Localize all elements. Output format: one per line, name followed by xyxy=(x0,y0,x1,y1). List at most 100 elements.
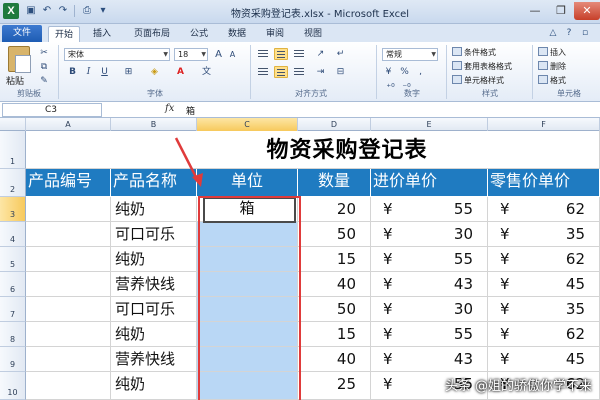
table-cell-name[interactable]: 纯奶 xyxy=(111,372,197,400)
conditional-formatting-button[interactable]: 条件格式 xyxy=(452,46,496,59)
format-cells-button[interactable]: 格式 xyxy=(538,74,566,87)
table-cell-cost[interactable]: ¥43 xyxy=(371,347,488,372)
excel-logo-icon[interactable]: X xyxy=(3,3,19,19)
insert-function-button[interactable]: fx xyxy=(165,103,174,114)
help-icon[interactable]: ? xyxy=(562,26,576,40)
table-cell-name[interactable]: 纯奶 xyxy=(111,247,197,272)
window-options-icon[interactable]: ▫ xyxy=(578,26,592,40)
table-cell-id[interactable] xyxy=(26,222,111,247)
table-cell-unit[interactable] xyxy=(197,272,298,297)
table-cell-retail[interactable]: ¥62 xyxy=(488,247,600,272)
table-cell-id[interactable] xyxy=(26,197,111,222)
undo-icon[interactable]: ↶ xyxy=(40,4,54,18)
row-header-8[interactable]: 8 xyxy=(0,322,26,347)
insert-cells-button[interactable]: 插入 xyxy=(538,46,566,59)
row-header-6[interactable]: 6 xyxy=(0,272,26,297)
font-color-icon[interactable]: A xyxy=(174,66,187,79)
table-cell-qty[interactable]: 20 xyxy=(298,197,371,222)
tab-file[interactable]: 文件 xyxy=(2,25,42,42)
paste-icon[interactable] xyxy=(8,46,31,73)
table-cell-retail[interactable]: ¥35 xyxy=(488,297,600,322)
table-cell-name[interactable]: 营养快线 xyxy=(111,347,197,372)
table-cell-cost[interactable]: ¥30 xyxy=(371,297,488,322)
table-cell-cost[interactable]: ¥30 xyxy=(371,222,488,247)
table-cell-name[interactable]: 可口可乐 xyxy=(111,297,197,322)
column-header-b[interactable]: B xyxy=(111,118,197,131)
borders-icon[interactable]: ⊞ xyxy=(122,66,135,79)
merge-center-icon[interactable]: ⊟ xyxy=(334,66,347,79)
column-header-a[interactable]: A xyxy=(26,118,111,131)
table-cell-name[interactable]: 纯奶 xyxy=(111,322,197,347)
column-header-d[interactable]: D xyxy=(298,118,371,131)
align-left-icon[interactable] xyxy=(256,66,270,78)
table-cell-retail[interactable]: ¥45 xyxy=(488,272,600,297)
table-cell-name[interactable]: 可口可乐 xyxy=(111,222,197,247)
table-cell-id[interactable] xyxy=(26,372,111,400)
number-format-select[interactable]: 常规 ▼ xyxy=(382,48,438,61)
table-cell-id[interactable] xyxy=(26,247,111,272)
sheet-title[interactable]: 物资采购登记表 xyxy=(197,133,497,167)
row-header-1[interactable]: 1 xyxy=(0,131,26,169)
table-cell-id[interactable] xyxy=(26,322,111,347)
table-cell-qty[interactable]: 40 xyxy=(298,347,371,372)
table-cell-qty[interactable]: 15 xyxy=(298,247,371,272)
column-header-e[interactable]: E xyxy=(371,118,488,131)
wrap-text-icon[interactable]: ↵ xyxy=(334,48,347,61)
table-cell-cost[interactable]: ¥55 xyxy=(371,197,488,222)
bold-button[interactable]: B xyxy=(66,66,79,79)
comma-style-button[interactable]: , xyxy=(414,66,427,79)
tab-view[interactable]: 视图 xyxy=(298,26,328,42)
table-cell-retail[interactable]: ¥62 xyxy=(488,197,600,222)
header-cell-retail-price[interactable]: 零售价单价 xyxy=(488,169,600,197)
cell-styles-button[interactable]: 单元格样式 xyxy=(452,74,504,87)
table-cell-name[interactable]: 营养快线 xyxy=(111,272,197,297)
table-cell-unit[interactable] xyxy=(197,247,298,272)
italic-button[interactable]: I xyxy=(82,66,95,79)
tab-data[interactable]: 数据 xyxy=(222,26,252,42)
table-cell-qty[interactable]: 25 xyxy=(298,372,371,400)
fill-color-icon[interactable]: ◈ xyxy=(148,66,161,79)
print-preview-icon[interactable]: ⎙ xyxy=(80,4,94,18)
align-right-icon[interactable] xyxy=(292,66,306,78)
table-cell-unit[interactable] xyxy=(197,347,298,372)
row-header-9[interactable]: 9 xyxy=(0,347,26,372)
tab-review[interactable]: 审阅 xyxy=(260,26,290,42)
align-center-icon[interactable] xyxy=(274,66,288,78)
percent-style-button[interactable]: % xyxy=(398,66,411,79)
paste-button[interactable]: 粘贴 xyxy=(6,74,24,87)
underline-button[interactable]: U xyxy=(98,66,111,79)
table-cell-name[interactable]: 纯奶 xyxy=(111,197,197,222)
table-cell-unit-active[interactable]: 箱 xyxy=(197,197,298,222)
row-header-5[interactable]: 5 xyxy=(0,247,26,272)
table-cell-id[interactable] xyxy=(26,297,111,322)
tab-page-layout[interactable]: 页面布局 xyxy=(128,26,176,42)
name-box[interactable]: C3 xyxy=(2,103,102,117)
table-cell-unit[interactable] xyxy=(197,322,298,347)
align-bottom-icon[interactable] xyxy=(292,48,306,60)
table-cell-retail[interactable]: ¥45 xyxy=(488,347,600,372)
table-cell-cost[interactable]: ¥55 xyxy=(371,322,488,347)
orientation-icon[interactable]: ↗ xyxy=(314,48,327,61)
format-as-table-button[interactable]: 套用表格格式 xyxy=(452,60,512,73)
align-middle-icon[interactable] xyxy=(274,48,288,60)
close-icon[interactable]: ✕ xyxy=(574,2,600,20)
table-cell-unit[interactable] xyxy=(197,297,298,322)
select-all-corner[interactable] xyxy=(0,118,26,131)
minimize-icon[interactable]: — xyxy=(522,2,548,20)
row-header-7[interactable]: 7 xyxy=(0,297,26,322)
indent-icon[interactable]: ⇥ xyxy=(314,66,327,79)
table-cell-retail[interactable]: ¥62 xyxy=(488,322,600,347)
table-cell-qty[interactable]: 15 xyxy=(298,322,371,347)
header-cell-product-id[interactable]: 产品编号 xyxy=(26,169,111,197)
tab-home[interactable]: 开始 xyxy=(48,26,80,42)
delete-cells-button[interactable]: 删除 xyxy=(538,60,566,73)
table-cell-qty[interactable]: 50 xyxy=(298,222,371,247)
currency-format-icon[interactable]: ¥ xyxy=(382,66,395,79)
font-size-select[interactable]: 18 ▼ xyxy=(174,48,208,61)
shrink-font-icon[interactable]: A xyxy=(226,48,239,61)
tab-formulas[interactable]: 公式 xyxy=(184,26,214,42)
table-cell-unit[interactable] xyxy=(197,222,298,247)
ribbon-minimize-icon[interactable]: △ xyxy=(546,26,560,40)
align-top-icon[interactable] xyxy=(256,48,270,60)
tab-insert[interactable]: 插入 xyxy=(86,26,118,42)
